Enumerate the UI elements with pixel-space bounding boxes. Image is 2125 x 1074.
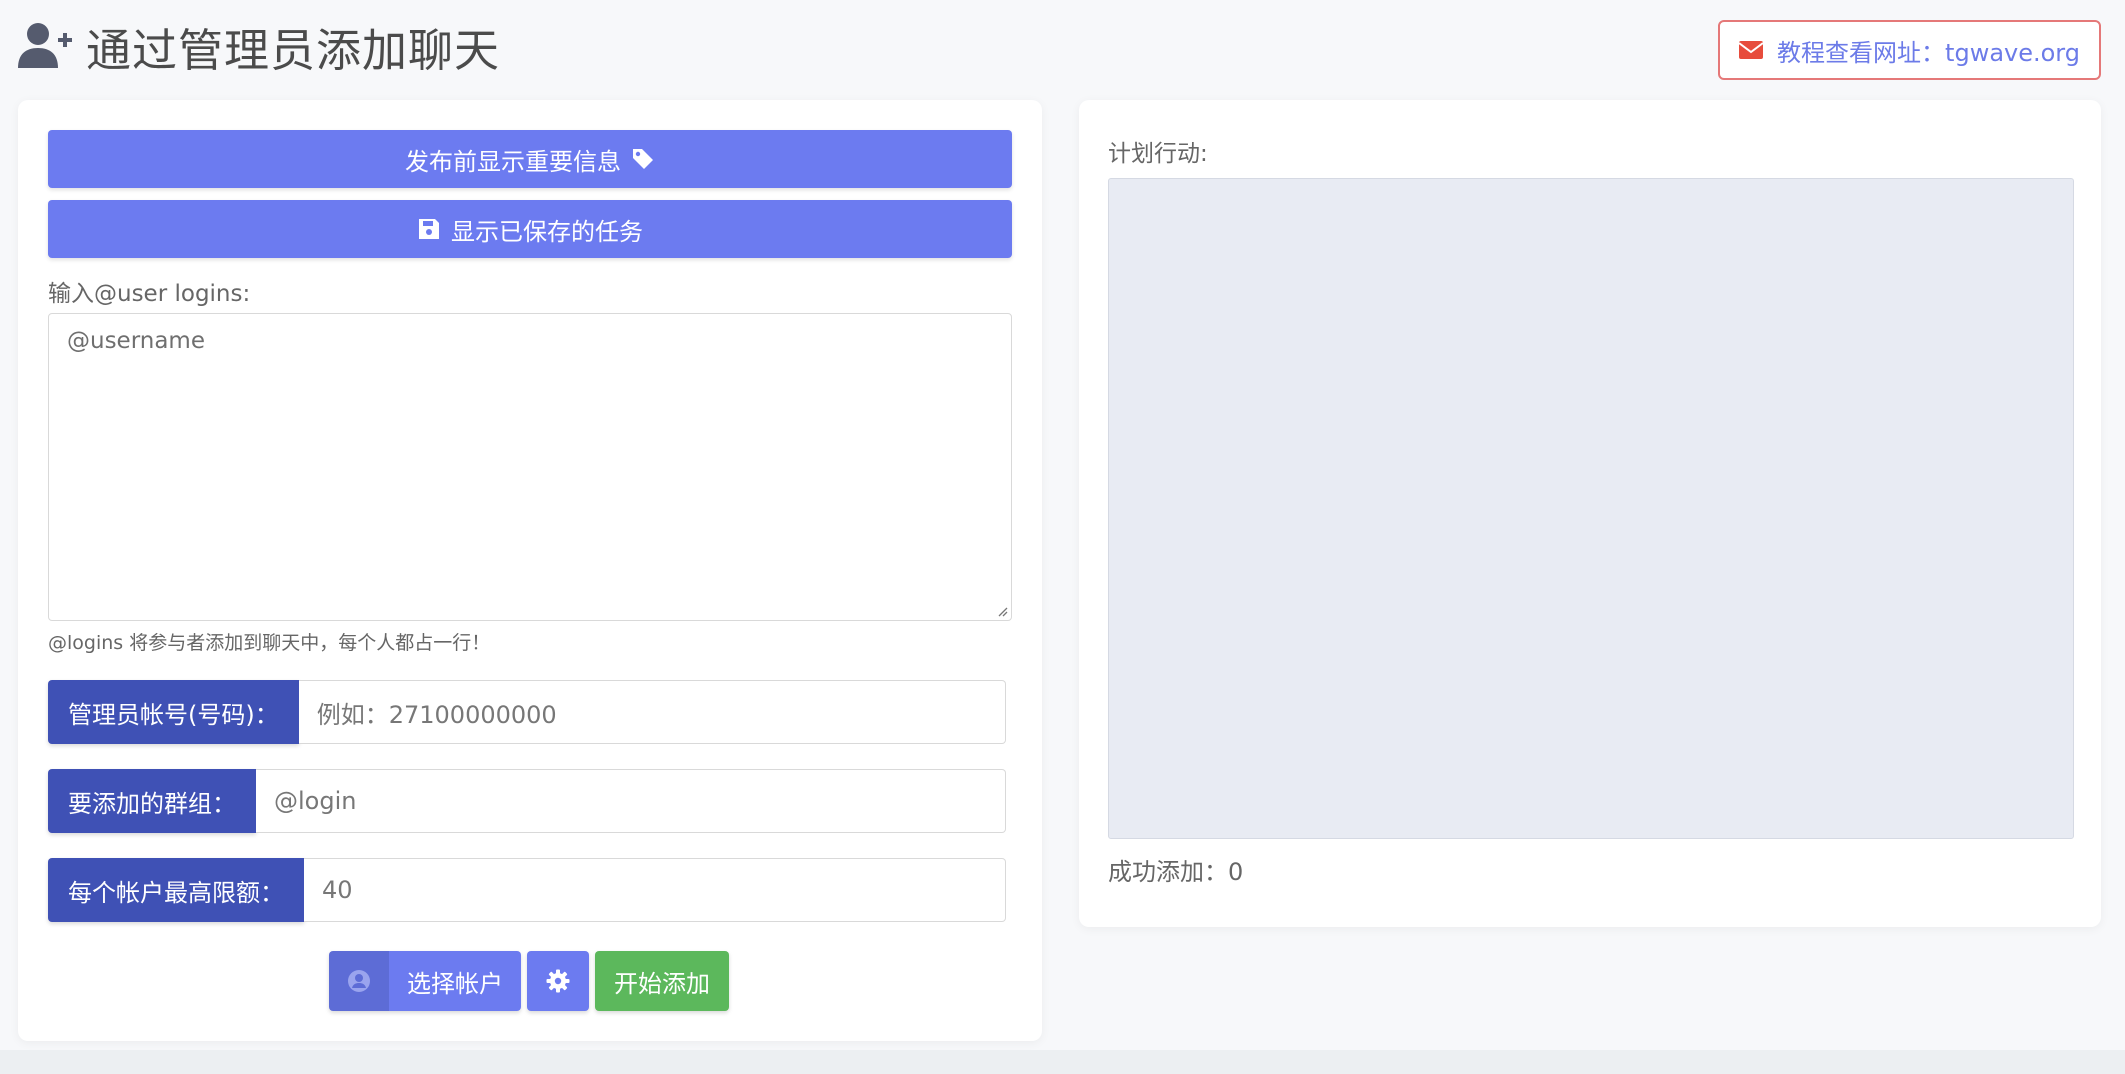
show-important-info-label: 发布前显示重要信息 bbox=[405, 147, 621, 176]
plan-label: 计划行动: bbox=[1108, 141, 1208, 167]
show-important-info-button[interactable]: 发布前显示重要信息 bbox=[48, 130, 1012, 188]
max-limit-label: 每个帐户最高限额： bbox=[48, 858, 304, 922]
success-count: 成功添加：0 bbox=[1108, 858, 1244, 886]
tag-icon bbox=[633, 149, 653, 169]
gear-icon bbox=[546, 969, 570, 993]
bottom-bar bbox=[0, 1050, 2125, 1074]
save-icon bbox=[419, 219, 439, 239]
logins-label: 输入@user logins: bbox=[48, 281, 251, 307]
user-plus-icon bbox=[18, 23, 72, 68]
logins-hint: @logins 将参与者添加到聊天中，每个人都占一行！ bbox=[48, 632, 491, 654]
plan-panel: 计划行动: 成功添加：0 bbox=[1079, 100, 2101, 927]
plan-output-area bbox=[1108, 178, 2074, 839]
max-limit-input[interactable]: 40 bbox=[304, 858, 1006, 922]
add-users-form-panel: 发布前显示重要信息 显示已保存的任务 输入@user logins: @user… bbox=[18, 100, 1042, 1041]
logins-placeholder: @username bbox=[67, 328, 205, 354]
tutorial-link-label: 教程查看网址：tgwave.org bbox=[1777, 38, 2080, 67]
admin-account-label: 管理员帐号(号码)： bbox=[48, 680, 299, 744]
admin-account-field: 管理员帐号(号码)： 例如：27100000000 bbox=[48, 680, 1006, 744]
target-group-field: 要添加的群组： @login bbox=[48, 769, 1006, 833]
max-limit-field: 每个帐户最高限额： 40 bbox=[48, 858, 1006, 922]
action-buttons: 选择帐户 开始添加 bbox=[329, 951, 729, 1011]
show-saved-tasks-label: 显示已保存的任务 bbox=[451, 217, 643, 246]
select-account-label: 选择帐户 bbox=[389, 951, 521, 1011]
start-adding-button[interactable]: 开始添加 bbox=[595, 951, 729, 1011]
select-account-button[interactable]: 选择帐户 bbox=[329, 951, 521, 1011]
settings-button[interactable] bbox=[527, 951, 589, 1011]
target-group-input[interactable]: @login bbox=[256, 769, 1006, 833]
show-saved-tasks-button[interactable]: 显示已保存的任务 bbox=[48, 200, 1012, 258]
page-title: 通过管理员添加聊天 bbox=[86, 23, 501, 77]
envelope-icon bbox=[1739, 41, 1764, 59]
logins-textarea[interactable]: @username bbox=[48, 313, 1012, 621]
page-header: 通过管理员添加聊天 bbox=[18, 16, 501, 77]
admin-account-input[interactable]: 例如：27100000000 bbox=[298, 680, 1006, 744]
target-group-label: 要添加的群组： bbox=[48, 769, 256, 833]
resize-handle-icon[interactable] bbox=[996, 605, 1008, 617]
tutorial-link[interactable]: 教程查看网址：tgwave.org bbox=[1718, 20, 2101, 80]
user-circle-icon bbox=[348, 970, 370, 992]
